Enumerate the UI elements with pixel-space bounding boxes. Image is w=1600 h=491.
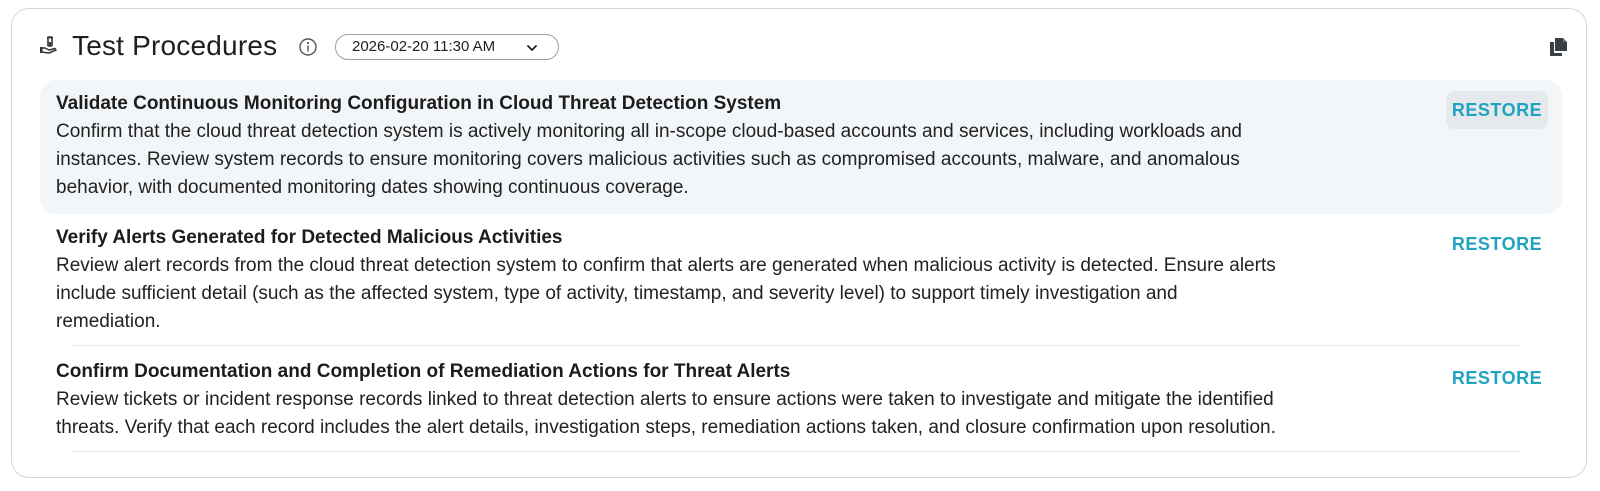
description-line: Review tickets or incident response reco… xyxy=(56,389,1274,410)
procedure-description: Review tickets or incident response reco… xyxy=(56,386,1426,442)
procedure-description: Review alert records from the cloud thre… xyxy=(56,252,1426,336)
divider xyxy=(72,345,1520,346)
description-line: threats. Verify that each record include… xyxy=(56,417,1276,438)
page-title: Test Procedures xyxy=(72,30,278,61)
procedure-title: Verify Alerts Generated for Detected Mal… xyxy=(56,227,563,248)
restore-button[interactable]: RESTORE xyxy=(1446,359,1548,397)
test-tube-hand-icon xyxy=(40,36,57,54)
procedure-title: Validate Continuous Monitoring Configura… xyxy=(56,93,782,114)
restore-button[interactable]: RESTORE xyxy=(1446,91,1548,129)
info-circle-icon[interactable] xyxy=(298,37,318,57)
date-dropdown[interactable]: 2026-02-20 11:30 AM xyxy=(335,34,559,60)
description-line: instances. Review system records to ensu… xyxy=(56,149,1240,170)
procedure-item: Confirm Documentation and Completion of … xyxy=(40,348,1562,452)
date-dropdown-value: 2026-02-20 11:30 AM xyxy=(352,38,496,55)
procedure-description: Confirm that the cloud threat detection … xyxy=(56,118,1426,202)
description-line: include sufficient detail (such as the a… xyxy=(56,283,1178,304)
test-procedures-card: Test Procedures 2026-02-20 11:30 AM Vali… xyxy=(11,8,1587,478)
description-line: behavior, with documented monitoring dat… xyxy=(56,177,689,198)
restore-button[interactable]: RESTORE xyxy=(1446,225,1548,263)
divider xyxy=(72,451,1520,452)
description-line: Review alert records from the cloud thre… xyxy=(56,255,1276,276)
chevron-down-icon xyxy=(527,45,537,51)
procedure-title: Confirm Documentation and Completion of … xyxy=(56,361,791,382)
procedure-item: Verify Alerts Generated for Detected Mal… xyxy=(40,214,1562,348)
procedure-item: Validate Continuous Monitoring Configura… xyxy=(40,80,1562,214)
card-header: Test Procedures 2026-02-20 11:30 AM xyxy=(12,9,1586,83)
description-line: Confirm that the cloud threat detection … xyxy=(56,121,1242,142)
description-line: remediation. xyxy=(56,311,161,332)
copy-documents-icon[interactable] xyxy=(1547,36,1569,58)
